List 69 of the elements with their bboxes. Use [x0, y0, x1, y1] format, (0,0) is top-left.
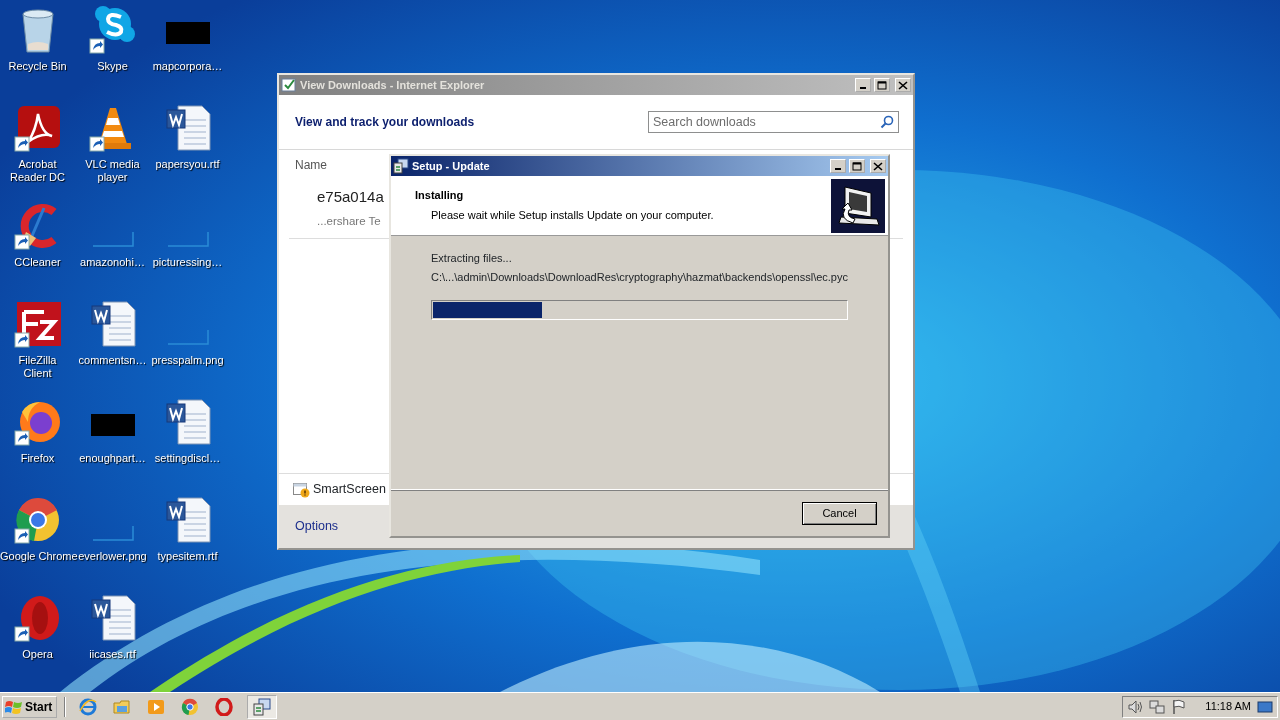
folder-icon	[113, 697, 132, 716]
document-icon[interactable]	[163, 104, 212, 152]
icon-label: Opera	[22, 648, 53, 661]
installer-icon	[393, 158, 409, 174]
icon-label: enoughpart…	[79, 452, 146, 465]
chat-app-icon[interactable]	[88, 6, 137, 54]
browser-icon[interactable]	[13, 594, 62, 642]
flag-logo-icon	[5, 698, 23, 715]
document-icon[interactable]	[88, 300, 137, 348]
minimize-button[interactable]	[830, 159, 846, 173]
cancel-button[interactable]: Cancel	[802, 501, 877, 525]
browser-icon[interactable]	[13, 496, 62, 544]
page-heading: View and track your downloads	[295, 114, 475, 131]
show-desktop-icon[interactable]	[1257, 698, 1273, 715]
close-button[interactable]	[870, 159, 886, 173]
maximize-button[interactable]	[849, 159, 865, 173]
options-link[interactable]: Options	[295, 517, 339, 536]
file-path: C:\...\admin\Downloads\DownloadRes\cryptography\hazmat\backends\openssl\ec.pyc	[431, 270, 848, 286]
icon-label: papersyou.rtf	[155, 158, 220, 171]
icon-label: settingdiscl…	[154, 452, 221, 465]
icon-label: picturessing…	[152, 256, 223, 269]
icon-label: everlower.png	[78, 550, 147, 563]
window-title: View Downloads - Internet Explorer	[300, 77, 485, 93]
document-icon[interactable]	[163, 398, 212, 446]
browser-icon	[79, 697, 98, 716]
minimize-icon	[860, 87, 866, 89]
icon-label: iicases.rtf	[89, 648, 136, 661]
icon-label: amazonohi…	[80, 256, 145, 269]
icon-label: presspalm.png	[151, 354, 224, 367]
maximize-icon	[852, 161, 862, 171]
installer-icon	[253, 697, 272, 716]
media-player-icon	[147, 697, 166, 716]
icon-label: Skype	[97, 60, 128, 73]
icon-label: commentsn…	[78, 354, 147, 367]
smartscreen-label: SmartScreen	[313, 481, 386, 499]
minimize-icon	[835, 168, 841, 170]
icon-label: VLC media player	[84, 158, 141, 184]
step-heading: Installing	[415, 188, 465, 203]
column-header[interactable]: Name	[295, 156, 327, 174]
network-icon[interactable]	[1149, 698, 1166, 715]
close-icon	[898, 80, 908, 90]
icon-label: mapcorpora…	[152, 60, 223, 73]
status-text: Extracting files...	[431, 251, 513, 266]
search-field[interactable]: Search downloads	[648, 111, 899, 133]
icon-label: typesitem.rtf	[157, 550, 218, 563]
browser-icon	[181, 697, 200, 716]
file-name: e75a014a	[317, 187, 384, 207]
computer-install-icon	[831, 179, 885, 233]
search-icon[interactable]	[880, 115, 894, 129]
maximize-icon	[877, 80, 887, 90]
shield-warning-icon	[293, 481, 310, 498]
icon-label: Acrobat Reader DC	[9, 158, 66, 184]
close-icon	[873, 161, 883, 171]
start-button[interactable]: Start	[2, 695, 58, 718]
icon-label: Recycle Bin	[8, 60, 67, 73]
step-description: Please wait while Setup installs Update on your computer.	[431, 207, 714, 223]
file-source: ...ershare Te	[317, 213, 381, 229]
icon-label: CCleaner	[14, 256, 61, 269]
app-icon[interactable]	[13, 300, 62, 348]
title-bar[interactable]: Setup - Update	[391, 156, 888, 176]
window-title: Setup - Update	[412, 158, 490, 174]
document-icon[interactable]	[88, 594, 137, 642]
flag-icon[interactable]	[1171, 698, 1188, 715]
document-icon[interactable]	[163, 496, 212, 544]
speaker-icon[interactable]	[1127, 698, 1144, 715]
icon-label: Firefox	[20, 452, 55, 465]
browser-icon	[215, 697, 234, 716]
icon-label: FileZilla Client	[17, 354, 58, 380]
taskbar-button[interactable]	[247, 694, 278, 719]
